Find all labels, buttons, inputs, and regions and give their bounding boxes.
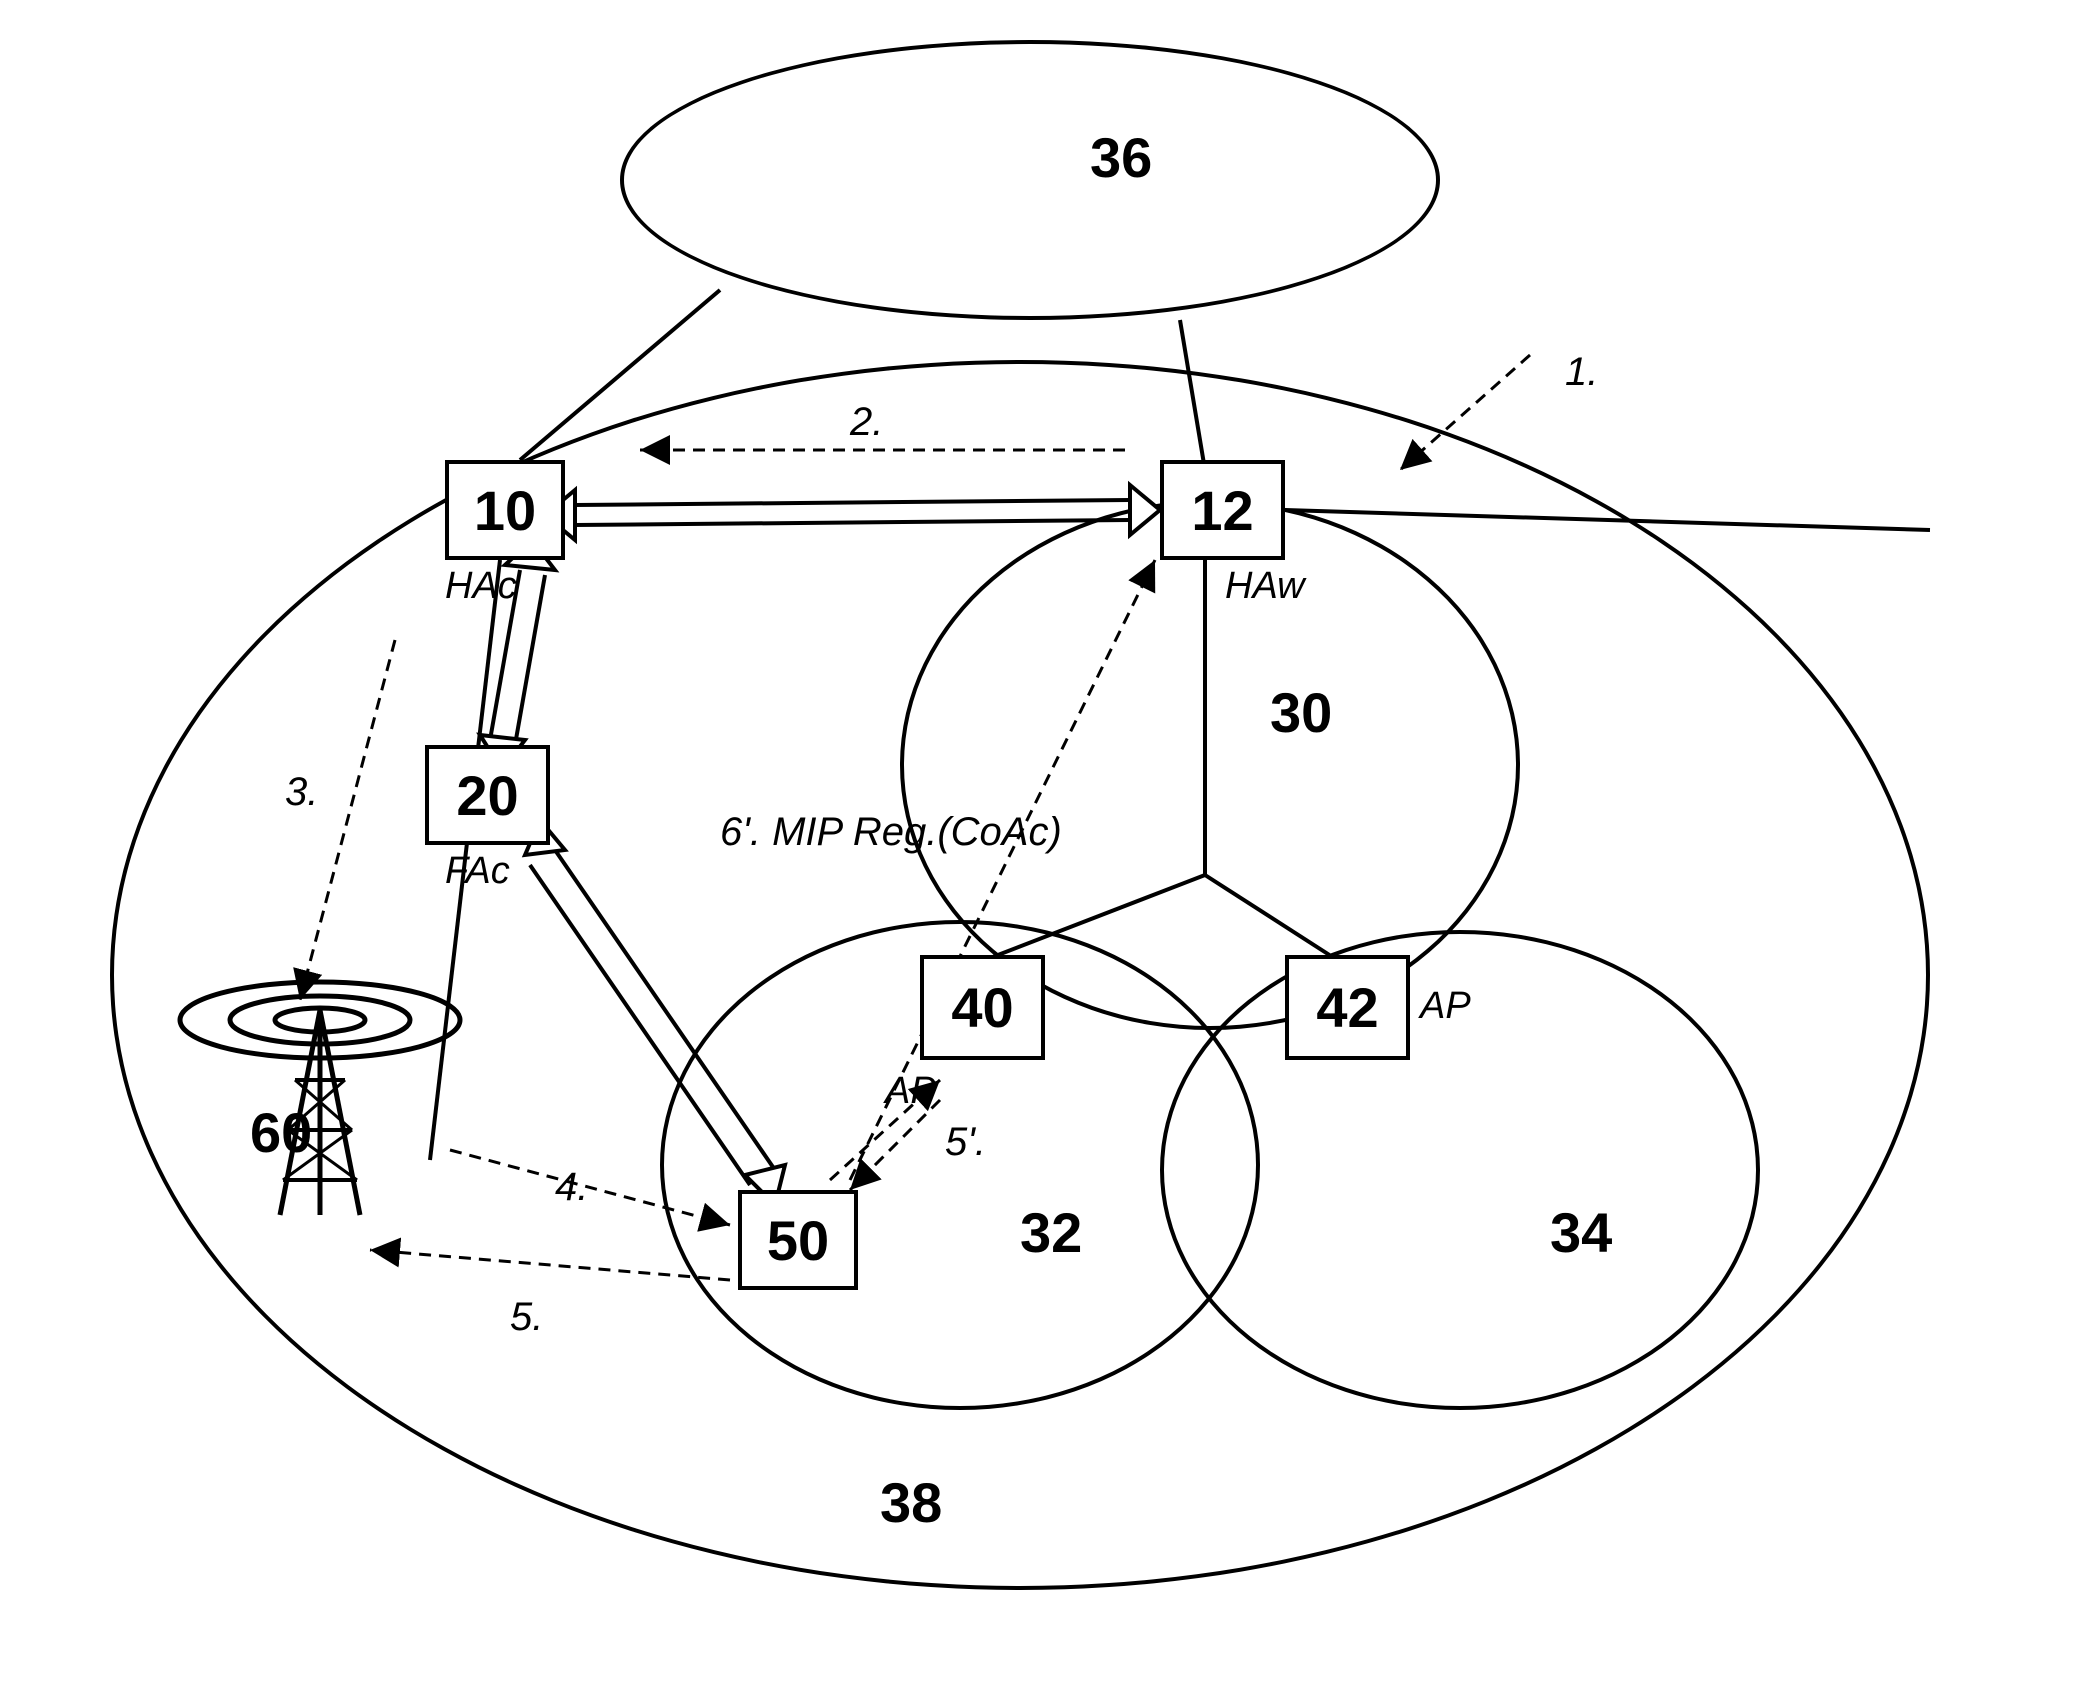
node-mn: 50 (738, 1190, 858, 1290)
node-ap2: 42 (1285, 955, 1410, 1060)
node-hac-label: HAc (445, 565, 517, 608)
label-region-60: 60 (250, 1100, 312, 1165)
node-ap2-label: AP (1420, 985, 1471, 1028)
node-ap1-id: 40 (951, 975, 1013, 1040)
node-fac-id: 20 (456, 763, 518, 828)
node-hac: 10 (445, 460, 565, 560)
step-6p: 6'. MIP Reg.(CoAc) (720, 810, 1062, 855)
step-5: 5. (510, 1295, 543, 1340)
label-region-38: 38 (880, 1470, 942, 1535)
node-hac-id: 10 (474, 478, 536, 543)
label-region-30: 30 (1270, 680, 1332, 745)
node-haw-id: 12 (1191, 478, 1253, 543)
step-3: 3. (285, 770, 318, 815)
node-mn-id: 50 (767, 1208, 829, 1273)
node-ap2-id: 42 (1316, 975, 1378, 1040)
step-1: 1. (1565, 350, 1598, 395)
node-haw-label: HAw (1225, 565, 1305, 608)
label-region-36: 36 (1090, 125, 1152, 190)
label-region-34: 34 (1550, 1200, 1612, 1265)
node-fac-label: FAc (445, 850, 510, 893)
node-haw: 12 (1160, 460, 1285, 560)
step-2: 2. (850, 400, 883, 445)
step-4: 4. (555, 1165, 588, 1210)
node-ap1-label: AP (885, 1070, 936, 1113)
step-5p: 5'. (945, 1120, 986, 1165)
node-fac: 20 (425, 745, 550, 845)
ellipse-external (620, 40, 1440, 320)
node-ap1: 40 (920, 955, 1045, 1060)
label-region-32: 32 (1020, 1200, 1082, 1265)
